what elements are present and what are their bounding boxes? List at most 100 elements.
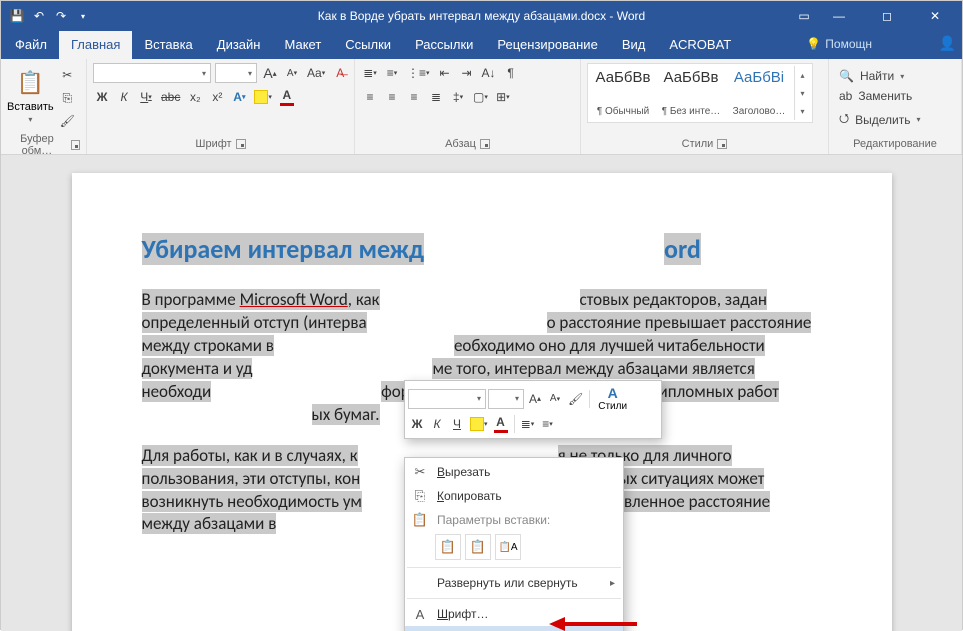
tab-insert[interactable]: Вставка [132, 31, 204, 59]
line-spacing-button[interactable]: ‡▾ [449, 87, 467, 107]
superscript-button[interactable]: x² [208, 87, 226, 107]
close-button[interactable]: ✕ [912, 1, 958, 31]
share-icon[interactable]: 👤 [939, 35, 956, 52]
sort-button[interactable]: A↓ [480, 63, 498, 83]
find-button[interactable]: 🔍Найти▾ [835, 67, 908, 85]
style-normal[interactable]: АаБбВв ¶ Обычный [590, 66, 656, 120]
ribbon: 📋 Вставить ▾ ✂ ⎘ 🖌 Буфер обм… ▾ ▾ A▴ A▾ … [1, 59, 962, 155]
underline-button[interactable]: Ч▾ [137, 87, 155, 107]
paste-button[interactable]: 📋 Вставить ▾ [7, 63, 54, 124]
document-area[interactable]: Убираем интервал междord В программе Mic… [1, 155, 962, 631]
mini-font-color[interactable]: A [492, 414, 510, 434]
numbering-button[interactable]: ≡▾ [383, 63, 401, 83]
ctx-paste-header: 📋Параметры вставки: [405, 508, 623, 532]
show-marks-button[interactable]: ¶ [502, 63, 520, 83]
undo-icon[interactable]: ↶ [31, 8, 47, 24]
style-nospacing[interactable]: АаБбВв ¶ Без инте… [658, 66, 724, 120]
mini-format-painter-icon[interactable]: 🖌 [566, 389, 585, 409]
mini-shrink-font[interactable]: A▾ [546, 389, 564, 409]
mini-bold[interactable]: Ж [408, 414, 426, 434]
mini-highlight[interactable]: ▾ [468, 414, 490, 434]
ctx-expand-collapse[interactable]: Развернуть или свернуть▸ [405, 571, 623, 595]
align-right-button[interactable]: ≡ [405, 87, 423, 107]
quick-access-toolbar: 💾 ↶ ↷ ▾ [1, 8, 99, 24]
copy-icon[interactable]: ⎘ [58, 88, 77, 108]
align-center-button[interactable]: ≡ [383, 87, 401, 107]
qat-customize-icon[interactable]: ▾ [75, 8, 91, 24]
select-button[interactable]: ⭯Выделить▾ [835, 107, 924, 132]
mini-numbering[interactable]: ≡▾ [539, 414, 557, 434]
chevron-down-icon: ▾ [28, 115, 32, 124]
tab-file[interactable]: Файл [3, 31, 59, 59]
replace-icon: ab [839, 89, 852, 103]
styles-scroll[interactable]: ▴▾▾ [794, 66, 810, 120]
strike-button[interactable]: abc [159, 87, 182, 107]
share-help: 👤 [939, 35, 956, 52]
change-case-button[interactable]: Aa▾ [305, 63, 327, 83]
clipboard-dialog-launcher[interactable] [71, 140, 80, 150]
font-dialog-launcher[interactable] [236, 139, 246, 149]
tab-mailings[interactable]: Рассылки [403, 31, 485, 59]
paste-merge[interactable]: 📋 [465, 534, 491, 560]
borders-button[interactable]: ⊞▾ [494, 87, 512, 107]
group-clipboard: 📋 Вставить ▾ ✂ ⎘ 🖌 Буфер обм… [1, 59, 87, 154]
ribbon-display-options-icon[interactable]: ▭ [794, 1, 814, 31]
tab-review[interactable]: Рецензирование [485, 31, 609, 59]
bullets-button[interactable]: ≣▾ [361, 63, 379, 83]
shading-button[interactable]: ▢▾ [471, 87, 490, 107]
group-paragraph-label: Абзац [445, 138, 476, 150]
justify-button[interactable]: ≣ [427, 87, 445, 107]
italic-button[interactable]: К [115, 87, 133, 107]
font-color-button[interactable]: A [278, 87, 296, 107]
tab-acrobat[interactable]: ACROBAT [657, 31, 743, 59]
maximize-button[interactable]: ◻ [864, 1, 910, 31]
font-name-combo[interactable]: ▾ [93, 63, 211, 83]
cut-icon[interactable]: ✂ [58, 65, 77, 85]
bold-button[interactable]: Ж [93, 87, 111, 107]
mini-styles-button[interactable]: A Стили [594, 385, 631, 412]
paste-text-only[interactable]: 📋A [495, 534, 521, 560]
title-bar: 💾 ↶ ↷ ▾ Как в Ворде убрать интервал межд… [1, 1, 962, 31]
subscript-button[interactable]: x₂ [186, 87, 204, 107]
minimize-button[interactable]: — [816, 1, 862, 31]
highlight-button[interactable]: ▾ [252, 87, 274, 107]
ctx-paragraph[interactable]: ≣Абзац… [405, 626, 623, 631]
align-left-button[interactable]: ≡ [361, 87, 379, 107]
styles-dialog-launcher[interactable] [717, 139, 727, 149]
tab-home[interactable]: Главная [59, 31, 132, 59]
styles-gallery[interactable]: АаБбВв ¶ Обычный АаБбВв ¶ Без инте… АаБб… [587, 63, 813, 123]
group-font: ▾ ▾ A▴ A▾ Aa▾ A̶ Ж К Ч▾ abc x₂ x² A▾ ▾ A… [87, 59, 355, 154]
mini-grow-font[interactable]: A▴ [526, 389, 544, 409]
mini-italic[interactable]: К [428, 414, 446, 434]
replace-button[interactable]: abЗаменить [835, 87, 916, 105]
redo-icon[interactable]: ↷ [53, 8, 69, 24]
shrink-font-button[interactable]: A▾ [283, 63, 301, 83]
ctx-copy[interactable]: ⎘Копировать [405, 484, 623, 508]
context-menu: ✂Вырезать ⎘Копировать 📋Параметры вставки… [404, 457, 624, 631]
mini-font-combo[interactable]: ▾ [408, 389, 486, 409]
tab-design[interactable]: Дизайн [205, 31, 273, 59]
text-effects-button[interactable]: A▾ [230, 87, 248, 107]
ctx-cut[interactable]: ✂Вырезать [405, 460, 623, 484]
paste-keep-source[interactable]: 📋 [435, 534, 461, 560]
decrease-indent-button[interactable]: ⇤ [436, 63, 454, 83]
save-icon[interactable]: 💾 [9, 8, 25, 24]
font-size-combo[interactable]: ▾ [215, 63, 257, 83]
ctx-font[interactable]: AШрифт… [405, 602, 623, 626]
grow-font-button[interactable]: A▴ [261, 63, 279, 83]
clear-formatting-button[interactable]: A̶ [331, 63, 349, 83]
tab-layout[interactable]: Макет [272, 31, 333, 59]
tab-references[interactable]: Ссылки [333, 31, 403, 59]
increase-indent-button[interactable]: ⇥ [458, 63, 476, 83]
style-heading1[interactable]: АаБбВі Заголово… [726, 66, 792, 120]
font-a-icon: A [411, 607, 429, 622]
mini-size-combo[interactable]: ▾ [488, 389, 524, 409]
mini-bullets[interactable]: ≣▾ [519, 414, 537, 434]
mini-underline[interactable]: Ч [448, 414, 466, 434]
multilevel-button[interactable]: ⋮≡▾ [405, 63, 432, 83]
paragraph-dialog-launcher[interactable] [480, 139, 490, 149]
format-painter-icon[interactable]: 🖌 [58, 111, 77, 131]
tab-view[interactable]: Вид [610, 31, 658, 59]
tell-me-box[interactable]: 💡 Помощн [806, 37, 872, 51]
group-editing: 🔍Найти▾ abЗаменить ⭯Выделить▾ Редактиров… [829, 59, 962, 154]
